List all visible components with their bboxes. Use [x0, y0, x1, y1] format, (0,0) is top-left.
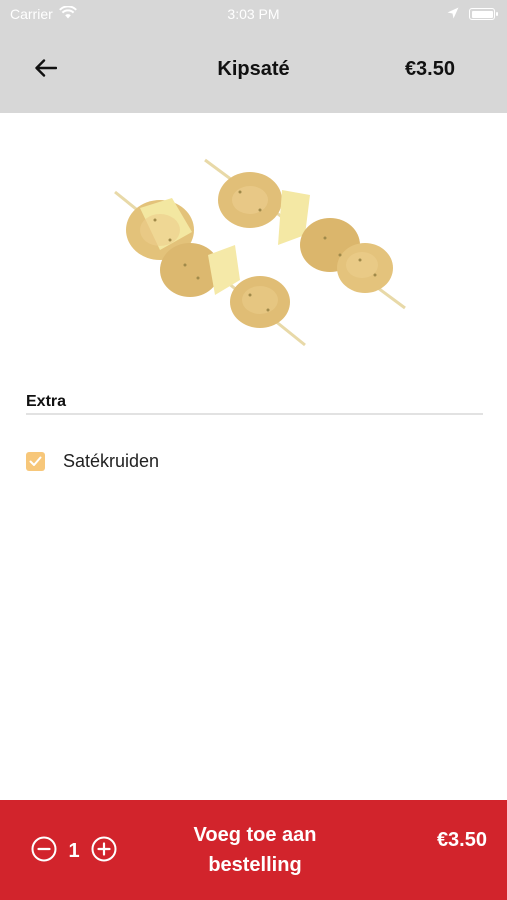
section-divider: [26, 413, 483, 415]
status-time: 3:03 PM: [227, 6, 280, 22]
option-label: Satékruiden: [63, 450, 160, 471]
plus-circle-icon: [91, 836, 117, 867]
battery-icon: [469, 8, 498, 20]
add-label-line1: Voeg toe aan: [193, 824, 317, 846]
chicken-skewers-image: [100, 150, 410, 350]
nav-bar: Kipsaté €3.50: [0, 28, 507, 113]
header-price: €3.50: [404, 58, 455, 80]
decrement-button[interactable]: [30, 836, 58, 867]
option-satekruiden[interactable]: Satékruiden: [26, 447, 159, 475]
order-total-price: €3.50: [436, 829, 487, 851]
status-bar: Carrier 3:03 PM: [0, 0, 507, 28]
bottom-bar: 1 Voeg toe aan bestelling €3.50: [0, 800, 507, 900]
location-icon: [447, 6, 459, 22]
minus-circle-icon: [31, 836, 57, 867]
extra-section-title: Extra: [26, 393, 67, 410]
status-right: [447, 6, 498, 22]
quantity-value: 1: [68, 839, 80, 862]
increment-button[interactable]: [90, 836, 118, 867]
checkbox-checked-icon[interactable]: [26, 451, 45, 471]
add-label-line2: bestelling: [208, 854, 302, 876]
quantity-stepper: 1: [30, 836, 118, 867]
header: Carrier 3:03 PM Kipsaté €3.50: [0, 0, 507, 113]
add-to-order-button[interactable]: Voeg toe aan bestelling: [160, 820, 350, 880]
